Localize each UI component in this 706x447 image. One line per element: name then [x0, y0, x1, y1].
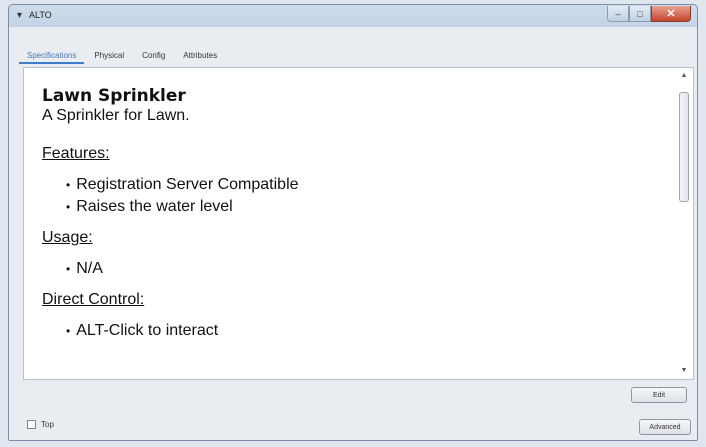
list-item: ALT-Click to interact [66, 320, 663, 342]
advanced-button[interactable]: Advanced [639, 419, 691, 435]
app-icon: ▾ [17, 10, 23, 21]
top-checkbox[interactable] [27, 420, 36, 429]
tab-config[interactable]: Config [134, 49, 173, 64]
window-controls: – □ ✕ [607, 6, 691, 22]
tab-strip: Specifications Physical Config Attribute… [19, 49, 227, 64]
minimize-icon: – [615, 8, 621, 19]
direct-control-list: ALT-Click to interact [42, 320, 663, 342]
usage-list: N/A [42, 258, 663, 280]
device-name: Lawn Sprinkler [42, 86, 186, 106]
scroll-down-icon[interactable]: ▼ [677, 365, 691, 377]
list-item: Raises the water level [66, 196, 663, 218]
tab-attributes[interactable]: Attributes [175, 49, 225, 64]
close-icon: ✕ [666, 8, 676, 20]
features-list: Registration Server Compatible Raises th… [42, 174, 663, 218]
tab-physical[interactable]: Physical [86, 49, 132, 64]
usage-heading: Usage: [42, 229, 93, 246]
vertical-scrollbar[interactable]: ▲ ▼ [677, 70, 691, 377]
spec-content: Lawn Sprinkler A Sprinkler for Lawn. Fea… [42, 86, 663, 352]
features-heading: Features: [42, 145, 110, 162]
scroll-up-icon[interactable]: ▲ [677, 70, 691, 82]
list-item: Registration Server Compatible [66, 174, 663, 196]
maximize-icon: □ [637, 8, 643, 19]
direct-control-heading: Direct Control: [42, 291, 145, 308]
top-checkbox-row[interactable]: Top [27, 420, 54, 429]
list-item: N/A [66, 258, 663, 280]
minimize-button[interactable]: – [607, 6, 629, 22]
specifications-panel: Lawn Sprinkler A Sprinkler for Lawn. Fea… [23, 67, 694, 380]
maximize-button[interactable]: □ [629, 6, 651, 22]
app-window: ▾ ALTO – □ ✕ Specifications Physical Con… [8, 4, 698, 441]
window-title: ALTO [29, 10, 52, 20]
device-description: A Sprinkler for Lawn. [42, 107, 190, 124]
close-button[interactable]: ✕ [651, 6, 691, 22]
top-checkbox-label: Top [41, 420, 54, 429]
tab-specifications[interactable]: Specifications [19, 49, 85, 64]
edit-button[interactable]: Edit [631, 387, 687, 403]
scroll-thumb[interactable] [679, 92, 689, 202]
title-bar[interactable]: ▾ ALTO – □ ✕ [9, 5, 697, 27]
